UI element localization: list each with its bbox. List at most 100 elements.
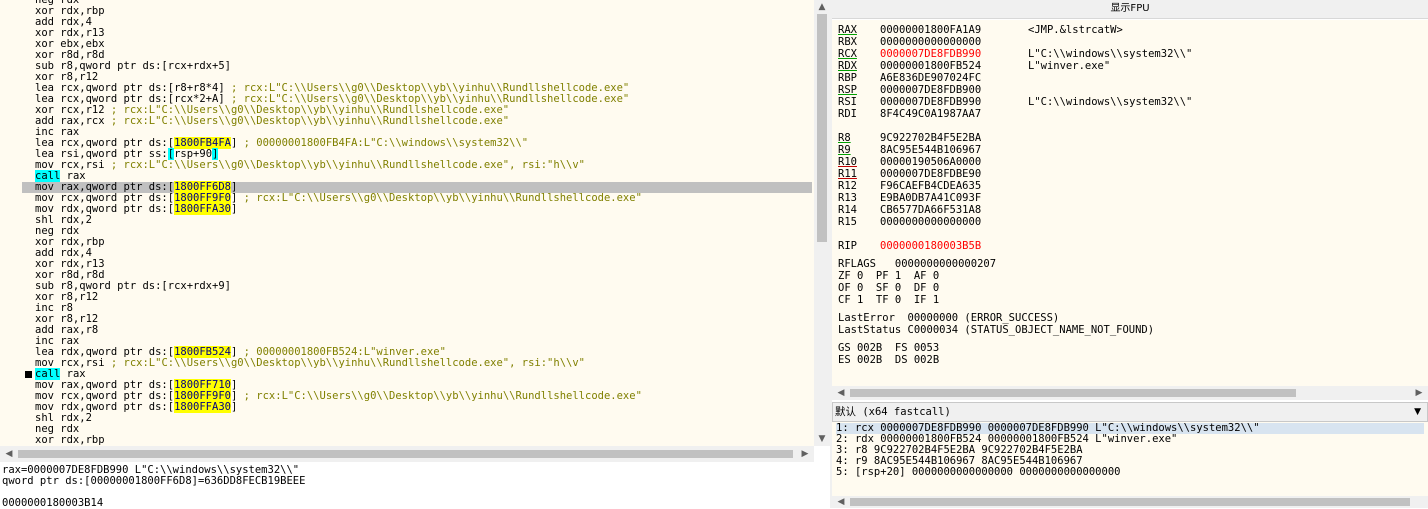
argument-row[interactable]: 5: [rsp+20] 0000000000000000 00000000000… — [836, 467, 1424, 478]
register-row-r11[interactable]: R11 0000007DE8FDBE90 — [838, 168, 1192, 180]
disasm-line[interactable]: add rax,r8 — [35, 325, 812, 336]
disasm-line[interactable]: xor rdx,rbp — [35, 6, 812, 17]
disassembly-view[interactable]: neg rdx xor rdx,rbp add rdx,4 xor rdx,r13 xo… — [0, 0, 814, 446]
disasm-line[interactable]: mov rcx,rsi ; rcx:L"C:\\Users\\g0\\Deskt… — [35, 358, 812, 369]
chevron-down-icon[interactable]: ▼ — [1414, 403, 1421, 421]
register-row-rsi[interactable]: RSI 0000007DE8FDB990 L"C:\\windows\\system… — [838, 96, 1192, 108]
disasm-line[interactable]: shl rdx,2 — [35, 413, 812, 424]
scroll-right-icon[interactable]: ▶ — [798, 447, 812, 461]
register-row-rdx[interactable]: RDX 00000001800FB524 L"winver.exe" — [838, 60, 1192, 72]
register-name: R8 — [838, 132, 851, 144]
info-pane: rax=0000007DE8FDB990 L"C:\\windows\\syst… — [0, 462, 830, 509]
register-row-r13[interactable]: R13 E9BA0DB7A41C093F — [838, 192, 1192, 204]
register-row-r9[interactable]: R9 8AC95E544B106967 — [838, 144, 1192, 156]
disasm-line[interactable]: sub r8,qword ptr ds:[rcx+rdx+9] — [35, 281, 812, 292]
segment-row[interactable]: GS 002B FS 0053 — [838, 342, 1192, 354]
register-value[interactable]: 0000007DE8FDB900 — [880, 84, 1028, 96]
disasm-line[interactable]: shl rdx,2 — [35, 215, 812, 226]
last-error-row[interactable]: LastError 00000000 (ERROR_SUCCESS) — [838, 312, 1192, 324]
register-value[interactable]: E9BA0DB7A41C093F — [880, 192, 1028, 204]
breakpoint-marker-icon[interactable] — [25, 371, 32, 378]
disasm-line[interactable]: xor ebx,ebx — [35, 39, 812, 50]
register-row-r15[interactable]: R15 0000000000000000 — [838, 216, 1192, 228]
disassembly-hscroll[interactable]: ◀ ▶ — [0, 446, 814, 462]
disasm-address[interactable]: 1800FFA30 — [174, 401, 231, 413]
disasm-line[interactable]: mov rdx,qword ptr ds:[1800FFA30] — [35, 401, 812, 413]
register-value[interactable]: 00000190506A0000 — [880, 156, 1028, 168]
hscroll-thumb[interactable] — [18, 450, 793, 458]
disasm-line[interactable]: xor r8,r12 — [35, 314, 812, 325]
last-status-row[interactable]: LastStatus C0000034 (STATUS_OBJECT_NAME_… — [838, 324, 1192, 336]
disasm-line[interactable]: sub r8,qword ptr ds:[rcx+rdx+5] — [35, 61, 812, 72]
disasm-line[interactable]: xor r8,r12 — [35, 292, 812, 303]
disasm-address[interactable]: 1800FFA30 — [174, 203, 231, 215]
register-row-rcx[interactable]: RCX 0000007DE8FDB990 L"C:\\windows\\system… — [838, 48, 1192, 60]
calling-convention-dropdown[interactable]: 默认 (x64 fastcall) ▼ — [832, 402, 1428, 422]
registers-view[interactable]: RAX 00000001800FA1A9 <JMP.&lstrcatW> RBX 000… — [832, 20, 1428, 386]
disasm-line[interactable]: add rdx,4 — [35, 248, 812, 259]
scroll-up-icon[interactable]: ▲ — [814, 0, 830, 14]
register-value[interactable]: 00000001800FB524 — [880, 60, 1028, 72]
disasm-line[interactable]: add rax,rcx ; rcx:L"C:\\Users\\g0\\Deskt… — [35, 116, 812, 127]
hscroll-thumb[interactable] — [850, 498, 1410, 506]
flags-row[interactable]: CF 1 TF 0 IF 1 — [838, 294, 1192, 306]
branch-gutter[interactable] — [0, 0, 22, 446]
register-value[interactable]: 0000007DE8FDBE90 — [880, 168, 1028, 180]
disasm-line[interactable]: inc r8 — [35, 303, 812, 314]
register-row-r12[interactable]: R12 F96CAEFB4CDEA635 — [838, 180, 1192, 192]
register-value[interactable]: A6E836DE907024FC — [880, 72, 1028, 84]
arguments-hscroll[interactable]: ◀ — [832, 496, 1428, 508]
register-row-rdi[interactable]: RDI 8F4C49C0A1987AA7 — [838, 108, 1192, 120]
register-value[interactable]: 0000007DE8FDB990 — [880, 96, 1028, 108]
registers-hscroll[interactable]: ◀ ▶ — [832, 386, 1428, 400]
register-value[interactable]: F96CAEFB4CDEA635 — [880, 180, 1028, 192]
register-row-rsp[interactable]: RSP 0000007DE8FDB900 — [838, 84, 1192, 96]
flags-row[interactable]: OF 0 SF 0 DF 0 — [838, 282, 1192, 294]
info-line — [2, 487, 830, 498]
register-row-rax[interactable]: RAX 00000001800FA1A9 <JMP.&lstrcatW> — [838, 24, 1192, 36]
disasm-line[interactable]: add rdx,4 — [35, 17, 812, 28]
disasm-line[interactable]: neg rdx — [35, 424, 812, 435]
register-name: R12 — [838, 180, 857, 192]
disasm-line[interactable]: mov rcx,rsi ; rcx:L"C:\\Users\\g0\\Deskt… — [35, 160, 812, 171]
register-row-rip[interactable]: RIP 0000000180003B5B — [838, 240, 1192, 252]
disasm-line[interactable]: xor rdx,r13 — [35, 259, 812, 270]
scroll-left-icon[interactable]: ◀ — [834, 386, 848, 400]
register-value[interactable]: 00000001800FA1A9 — [880, 24, 1028, 36]
flags-row[interactable]: ZF 0 PF 1 AF 0 — [838, 270, 1192, 282]
disasm-line[interactable]: xor rdx,rbp — [35, 435, 812, 446]
disassembly-vscroll[interactable]: ▲ ▼ — [814, 0, 830, 446]
register-value[interactable]: 8AC95E544B106967 — [880, 144, 1028, 156]
register-name: RSP — [838, 84, 857, 96]
register-value[interactable]: 0000007DE8FDB990 — [880, 48, 1028, 60]
register-value[interactable]: 0000000180003B5B — [880, 240, 1028, 252]
register-row-rbp[interactable]: RBP A6E836DE907024FC — [838, 72, 1192, 84]
register-row-r14[interactable]: R14 CB6577DA66F531A8 — [838, 204, 1192, 216]
segment-row[interactable]: ES 002B DS 002B — [838, 354, 1192, 366]
register-value[interactable]: 0000000000000000 — [880, 36, 1028, 48]
calling-convention-label: 默认 (x64 fastcall) — [835, 406, 951, 418]
disasm-line[interactable]: neg rdx — [35, 226, 812, 237]
arguments-view[interactable]: 1: rcx 0000007DE8FDB990 0000007DE8FDB990… — [832, 422, 1428, 496]
show-fpu-button[interactable]: 显示FPU — [832, 0, 1428, 19]
scroll-down-icon[interactable]: ▼ — [814, 432, 830, 446]
disasm-comment: ; rcx:L"C:\\Users\\g0\\Desktop\\yb\\yinh… — [104, 357, 585, 369]
info-line: qword ptr ds:[00000001800FF6D8]=636DD8FE… — [2, 475, 306, 487]
register-row-r10[interactable]: R10 00000190506A0000 — [838, 156, 1192, 168]
scroll-left-icon[interactable]: ◀ — [834, 495, 848, 509]
disasm-line[interactable]: mov rdx,qword ptr ds:[1800FFA30] — [35, 203, 812, 215]
register-value[interactable]: 8F4C49C0A1987AA7 — [880, 108, 1028, 120]
disasm-comment: ; rcx:L"C:\\Users\\g0\\Desktop\\yb\\yinh… — [104, 115, 510, 127]
scroll-right-icon[interactable]: ▶ — [1412, 386, 1426, 400]
register-row-rbx[interactable]: RBX 0000000000000000 — [838, 36, 1192, 48]
register-value[interactable]: 9C922702B4F5E2BA — [880, 132, 1028, 144]
scroll-thumb[interactable] — [817, 14, 827, 242]
hscroll-thumb[interactable] — [850, 389, 1296, 397]
register-value[interactable]: 0000000000000000 — [880, 216, 1028, 228]
register-value[interactable]: CB6577DA66F531A8 — [880, 204, 1028, 216]
disasm-line[interactable]: xor rdx,rbp — [35, 237, 812, 248]
scroll-left-icon[interactable]: ◀ — [2, 447, 16, 461]
disasm-line[interactable]: xor rdx,r13 — [35, 28, 812, 39]
register-row-r8[interactable]: R8 9C922702B4F5E2BA — [838, 132, 1192, 144]
rflags-row[interactable]: RFLAGS 0000000000000207 — [838, 258, 1192, 270]
